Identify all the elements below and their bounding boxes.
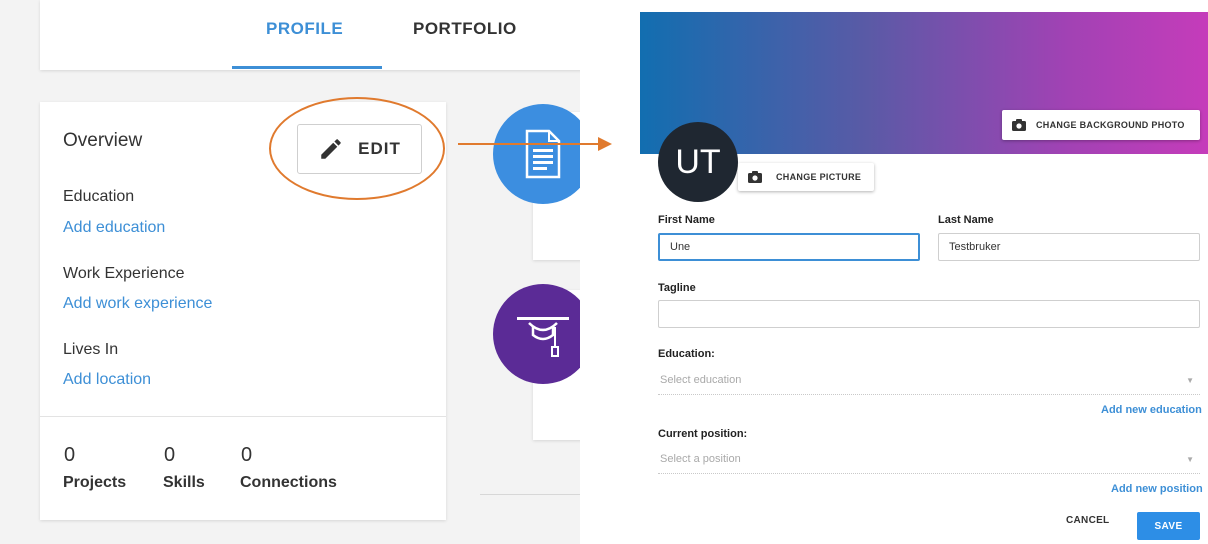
- connections-count: 0: [241, 444, 253, 466]
- change-picture-label: CHANGE PICTURE: [776, 172, 862, 182]
- edit-profile-dialog: CHANGE BACKGROUND PHOTO UT CHANGE PICTUR…: [640, 12, 1208, 544]
- education-field-label: Education:: [658, 348, 715, 360]
- projects-label[interactable]: Projects: [63, 474, 126, 492]
- skills-label[interactable]: Skills: [163, 474, 205, 492]
- document-circle[interactable]: [493, 104, 580, 204]
- chevron-down-icon: ▼: [1186, 455, 1194, 464]
- current-position-label: Current position:: [658, 428, 748, 440]
- profile-page-panel: PROFILE PORTFOLIO Overview EDIT Educatio…: [0, 0, 580, 544]
- camera-icon: [1012, 119, 1026, 131]
- last-name-label: Last Name: [938, 214, 994, 226]
- active-tab-indicator: [232, 66, 382, 69]
- annotation-arrow-head: [598, 137, 612, 151]
- camera-icon: [748, 171, 762, 183]
- overview-title: Overview: [63, 130, 143, 151]
- add-new-position-link[interactable]: Add new position: [1111, 483, 1203, 495]
- position-select-placeholder: Select a position: [660, 453, 741, 465]
- document-icon: [525, 129, 561, 179]
- work-experience-label: Work Experience: [63, 265, 185, 282]
- change-background-photo-button[interactable]: CHANGE BACKGROUND PHOTO: [1002, 110, 1200, 140]
- first-name-label: First Name: [658, 214, 715, 226]
- add-work-experience-link[interactable]: Add work experience: [63, 295, 212, 313]
- tagline-label: Tagline: [658, 282, 696, 294]
- change-picture-button[interactable]: CHANGE PICTURE: [738, 163, 874, 191]
- edit-button-label: EDIT: [358, 139, 401, 158]
- add-new-education-link[interactable]: Add new education: [1101, 404, 1202, 416]
- add-location-link[interactable]: Add location: [63, 371, 151, 389]
- skills-count: 0: [164, 444, 176, 466]
- first-name-field[interactable]: [658, 233, 920, 261]
- position-select[interactable]: Select a position ▼: [658, 448, 1200, 474]
- change-background-photo-label: CHANGE BACKGROUND PHOTO: [1036, 120, 1185, 130]
- pencil-icon: [321, 139, 341, 159]
- save-button-label: SAVE: [1154, 520, 1183, 532]
- chevron-down-icon: ▼: [1186, 376, 1194, 385]
- last-name-field[interactable]: [938, 233, 1200, 261]
- add-education-link[interactable]: Add education: [63, 219, 165, 237]
- card-divider: [40, 416, 446, 417]
- section-divider: [480, 494, 580, 495]
- connections-label[interactable]: Connections: [240, 474, 337, 492]
- avatar-initials: UT: [675, 142, 721, 181]
- tab-portfolio[interactable]: PORTFOLIO: [413, 19, 517, 39]
- edit-button[interactable]: EDIT: [297, 124, 422, 174]
- profile-tab-bar: PROFILE PORTFOLIO: [40, 0, 580, 70]
- education-select-placeholder: Select education: [660, 374, 742, 386]
- lives-in-label: Lives In: [63, 341, 119, 358]
- education-label: Education: [63, 188, 135, 205]
- save-button[interactable]: SAVE: [1137, 512, 1200, 540]
- overview-card: Overview EDIT Education Add education Wo…: [40, 97, 446, 520]
- graduation-circle[interactable]: [493, 284, 580, 384]
- avatar[interactable]: UT: [658, 122, 738, 202]
- annotation-arrow-line: [458, 143, 600, 145]
- tagline-field[interactable]: [658, 300, 1200, 328]
- education-select[interactable]: Select education ▼: [658, 369, 1200, 395]
- projects-count: 0: [64, 444, 76, 466]
- tab-profile[interactable]: PROFILE: [266, 19, 343, 39]
- cancel-button[interactable]: CANCEL: [1066, 515, 1109, 526]
- graduation-cap-icon: [517, 317, 569, 357]
